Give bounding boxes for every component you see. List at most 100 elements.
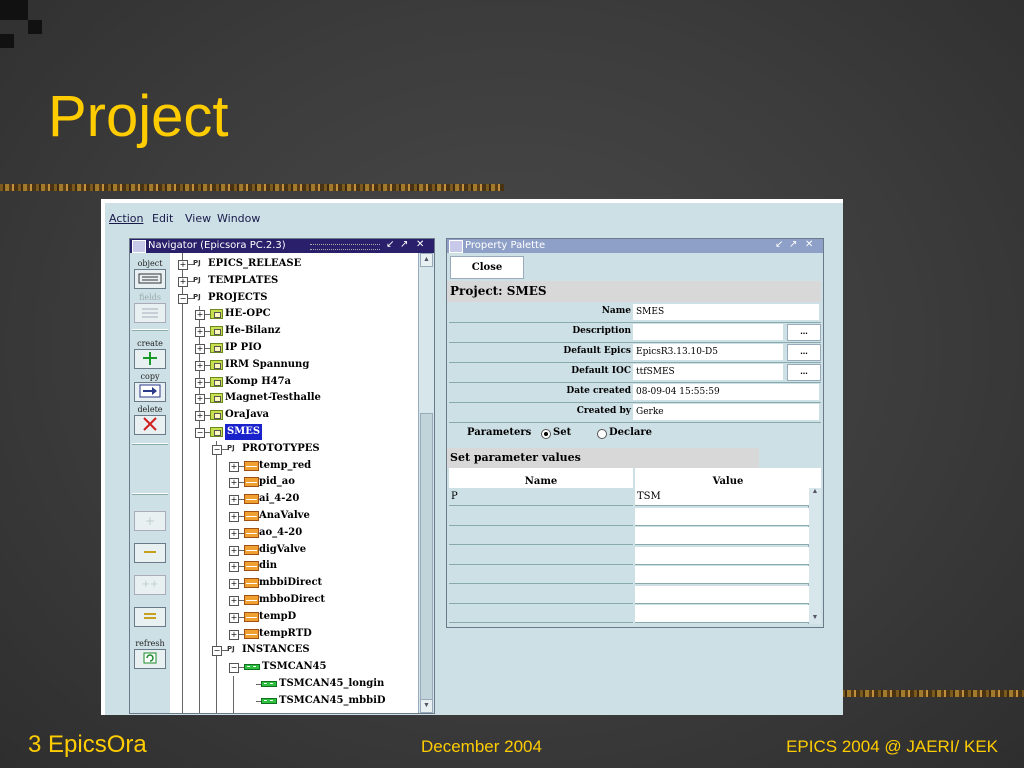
tree-node-tsmcan45-longin[interactable]: TSMCAN45_longin xyxy=(170,676,418,692)
delete-button[interactable]: delete xyxy=(133,405,167,435)
grid-value-cell[interactable] xyxy=(635,527,809,545)
default-ioc-browse-button[interactable]: ... xyxy=(787,364,821,381)
tree-node-anavalve[interactable]: + AnaValve xyxy=(170,508,418,524)
grid-name-cell[interactable] xyxy=(449,546,633,565)
tree-node-mbbidirect[interactable]: + mbbiDirect xyxy=(170,575,418,591)
tree-node-ip-pio[interactable]: + IP PIO xyxy=(170,340,418,356)
tree-node-magnet-testhalle[interactable]: + Magnet-Testhalle xyxy=(170,390,418,406)
grid-scrollbar[interactable]: ▲ ▼ xyxy=(808,488,821,624)
radio-set[interactable] xyxy=(541,429,551,439)
collapse-toggle-icon[interactable]: − xyxy=(195,428,205,438)
tree-node-komp-h47a[interactable]: + Komp H47a xyxy=(170,374,418,390)
expand-toggle-icon[interactable]: + xyxy=(229,562,239,573)
grid-value-cell[interactable] xyxy=(635,585,809,604)
tree-node-instances[interactable]: − PJ INSTANCES xyxy=(170,642,418,658)
tree-node-tsmcan45[interactable]: − TSMCAN45 xyxy=(170,659,418,675)
expand-toggle-icon[interactable]: + xyxy=(195,411,205,422)
name-field[interactable]: SMES xyxy=(633,304,819,320)
scroll-thumb[interactable] xyxy=(420,413,433,713)
scroll-down-icon[interactable]: ▼ xyxy=(420,699,433,713)
tree-node-din[interactable]: + din xyxy=(170,558,418,574)
maximize-icon[interactable]: ↗ xyxy=(789,239,797,250)
default-epics-field[interactable]: EpicsR3.13.10-D5 xyxy=(633,344,783,360)
expand-toggle-icon[interactable]: + xyxy=(229,545,239,556)
tree-node-orajava[interactable]: + OraJava xyxy=(170,407,418,423)
radio-declare[interactable] xyxy=(597,429,607,439)
refresh-button[interactable]: refresh xyxy=(133,639,167,669)
menu-edit[interactable]: Edit xyxy=(152,212,173,225)
default-ioc-field[interactable]: ttfSMES xyxy=(633,364,783,380)
tree-node-projects[interactable]: − PJ PROJECTS xyxy=(170,290,418,306)
tree-node-pid-ao[interactable]: + pid_ao xyxy=(170,474,418,490)
expand-toggle-icon[interactable]: + xyxy=(229,528,239,539)
default-epics-browse-button[interactable]: ... xyxy=(787,344,821,361)
scroll-up-icon[interactable]: ▲ xyxy=(809,488,821,498)
grid-name-cell[interactable] xyxy=(449,566,633,584)
expand-all-button[interactable]: ++ xyxy=(133,575,167,595)
tree-node-he-bilanz[interactable]: + He-Bilanz xyxy=(170,323,418,339)
object-button[interactable]: object xyxy=(133,259,167,289)
tree-node-smes[interactable]: − SMES xyxy=(170,424,418,440)
expand-toggle-icon[interactable]: + xyxy=(229,629,239,640)
collapse-button[interactable] xyxy=(133,543,167,563)
expand-toggle-icon[interactable]: + xyxy=(195,360,205,371)
tree-node-epics-release[interactable]: + PJ EPICS_RELEASE xyxy=(170,256,418,272)
expand-toggle-icon[interactable]: + xyxy=(229,512,239,522)
grid-name-cell[interactable]: P xyxy=(449,488,633,506)
expand-toggle-icon[interactable]: + xyxy=(229,612,239,623)
menu-view[interactable]: View xyxy=(185,212,211,225)
tree-node-digvalve[interactable]: + digValve xyxy=(170,542,418,558)
expand-button[interactable]: + xyxy=(133,511,167,531)
grid-value-cell[interactable] xyxy=(635,566,809,584)
tree-node-tsmcan45-mbbid[interactable]: TSMCAN45_mbbiD xyxy=(170,693,418,709)
create-button[interactable]: create xyxy=(133,339,167,369)
grid-value-cell[interactable]: TSM xyxy=(635,488,809,506)
expand-toggle-icon[interactable]: + xyxy=(229,461,239,472)
grid-name-cell[interactable] xyxy=(449,585,633,604)
grid-value-cell[interactable] xyxy=(635,507,809,526)
grid-name-cell[interactable] xyxy=(449,527,633,545)
fields-button[interactable]: fields xyxy=(133,293,167,323)
expand-toggle-icon[interactable]: + xyxy=(195,377,205,388)
palette-titlebar[interactable]: Property Palette ↙ ↗ ✕ xyxy=(447,239,823,253)
close-button[interactable]: Close xyxy=(450,256,524,279)
tree-node-irm-spannung[interactable]: + IRM Spannung xyxy=(170,357,418,373)
tree-node-prototypes[interactable]: − PJ PROTOTYPES xyxy=(170,441,418,457)
tree-node-ai-4-20[interactable]: + ai_4-20 xyxy=(170,491,418,507)
expand-toggle-icon[interactable]: + xyxy=(229,596,239,606)
expand-toggle-icon[interactable]: + xyxy=(195,394,205,405)
copy-button[interactable]: copy xyxy=(133,372,167,402)
collapse-toggle-icon[interactable]: − xyxy=(212,444,222,455)
expand-toggle-icon[interactable]: + xyxy=(229,495,239,506)
menu-window[interactable]: Window xyxy=(217,212,260,225)
tree-node-templates[interactable]: + PJ TEMPLATES xyxy=(170,273,418,289)
maximize-icon[interactable]: ↗ xyxy=(400,239,408,250)
collapse-toggle-icon[interactable]: − xyxy=(229,663,239,674)
minimize-icon[interactable]: ↙ xyxy=(386,239,394,250)
grid-value-cell[interactable] xyxy=(635,546,809,565)
description-browse-button[interactable]: ... xyxy=(787,324,821,341)
minimize-icon[interactable]: ↙ xyxy=(775,239,783,250)
close-icon[interactable]: ✕ xyxy=(805,239,813,250)
collapse-all-button[interactable] xyxy=(133,607,167,627)
tree-node-tempd[interactable]: + tempD xyxy=(170,609,418,625)
navigator-titlebar[interactable]: Navigator (Epicsora PC.2.3) ↙ ↗ ✕ xyxy=(130,239,434,253)
close-icon[interactable]: ✕ xyxy=(416,239,424,250)
expand-toggle-icon[interactable]: + xyxy=(195,310,205,321)
expand-toggle-icon[interactable]: + xyxy=(229,579,239,590)
tree-node-ao-4-20[interactable]: + ao_4-20 xyxy=(170,525,418,541)
collapse-toggle-icon[interactable]: − xyxy=(212,646,222,657)
navigator-scrollbar[interactable]: ▲ ▼ xyxy=(418,253,434,713)
menu-action[interactable]: Action xyxy=(109,212,143,225)
collapse-toggle-icon[interactable]: − xyxy=(178,293,188,304)
tree-node-mbbodirect[interactable]: + mbboDirect xyxy=(170,592,418,608)
grid-name-cell[interactable] xyxy=(449,605,633,623)
scroll-down-icon[interactable]: ▼ xyxy=(809,614,821,624)
grid-name-cell[interactable] xyxy=(449,507,633,526)
tree-node-temprtd[interactable]: + tempRTD xyxy=(170,626,418,642)
expand-toggle-icon[interactable]: + xyxy=(178,276,188,287)
grid-value-cell[interactable] xyxy=(635,605,809,623)
scroll-up-icon[interactable]: ▲ xyxy=(420,253,433,267)
expand-toggle-icon[interactable]: + xyxy=(195,327,205,338)
expand-toggle-icon[interactable]: + xyxy=(195,344,205,354)
